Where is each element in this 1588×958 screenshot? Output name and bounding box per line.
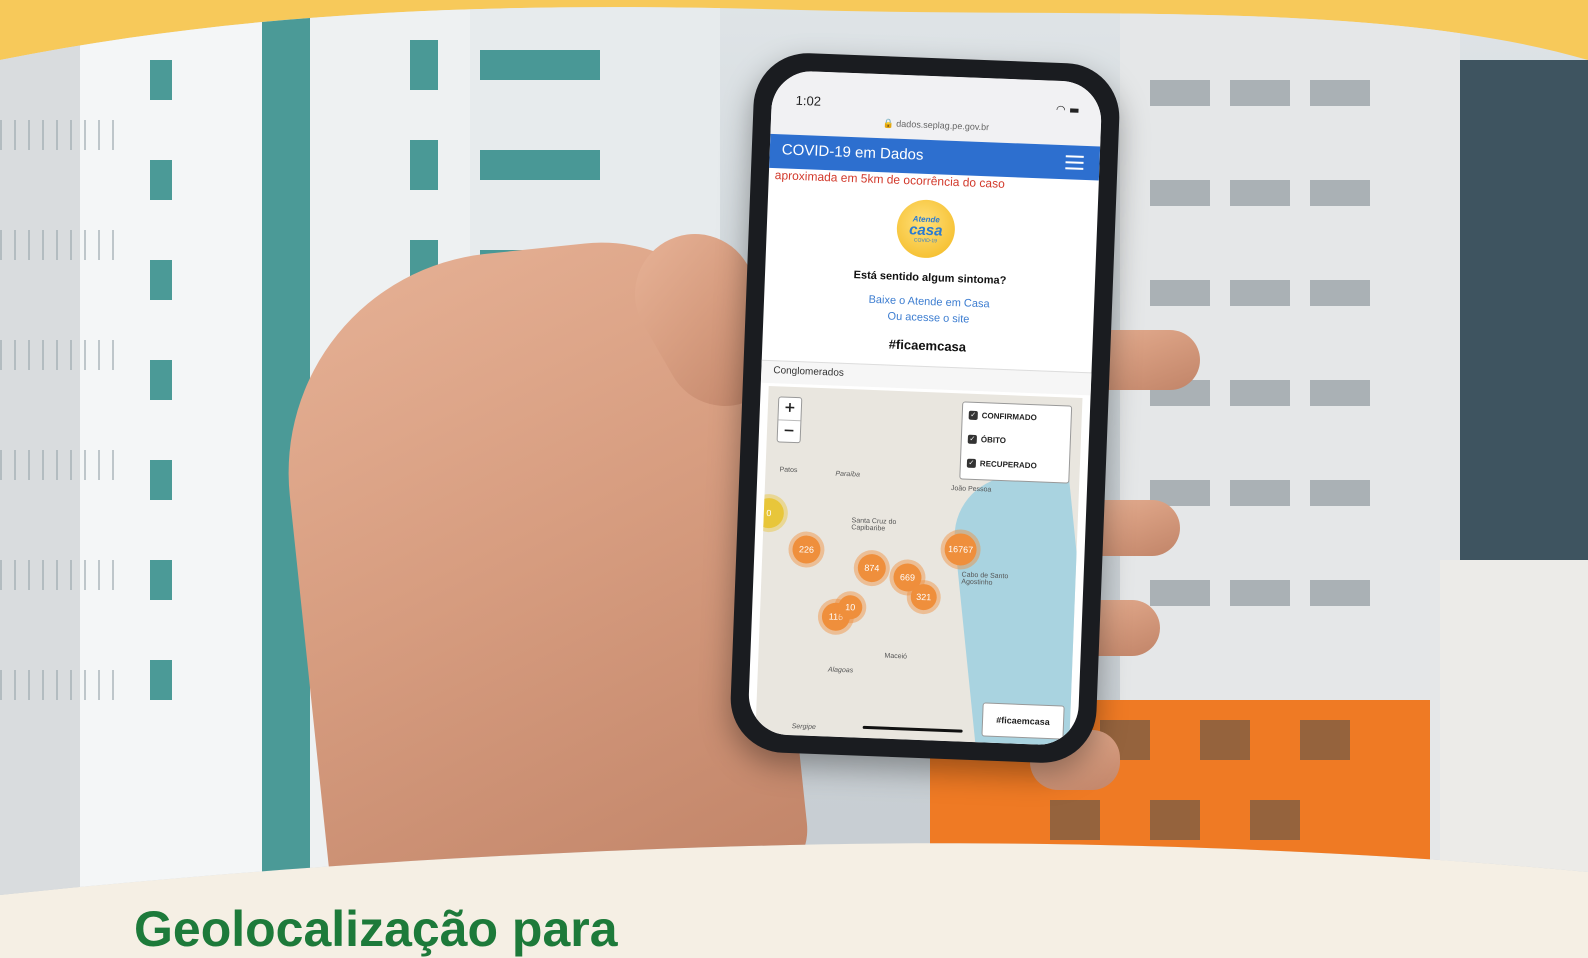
checkbox-checked-icon[interactable]: ✓: [967, 458, 976, 467]
balcony-rail: [0, 670, 120, 700]
window: [1300, 720, 1350, 760]
window: [150, 660, 172, 700]
balcony-rail: [0, 120, 120, 150]
logo-text-2: casa: [908, 220, 943, 240]
photo-background: 1:02 ◠ ▬ 🔒 dados.seplag.pe.gov.br COVID-…: [0, 0, 1588, 895]
map-place-label: Patos: [779, 466, 798, 475]
window: [1310, 380, 1370, 406]
map-cluster[interactable]: 226: [792, 535, 821, 564]
window: [1230, 280, 1290, 306]
window: [1310, 280, 1370, 306]
map-place-label: Alagoas: [827, 666, 854, 675]
window: [1150, 180, 1210, 206]
window: [1230, 580, 1290, 606]
window: [1150, 280, 1210, 306]
fica-em-casa-button[interactable]: #ficaemcasa: [981, 702, 1064, 739]
hashtag-heading: #ficaemcasa: [888, 336, 967, 355]
logo-text-3: COVID-19: [913, 236, 938, 244]
window-row: [480, 150, 600, 180]
lock-icon: 🔒: [882, 118, 894, 129]
window: [1150, 580, 1210, 606]
window: [1310, 180, 1370, 206]
window: [1050, 800, 1100, 840]
cluster-map[interactable]: + − ✓ CONFIRMADO ✓ ÓBITO ✓ RECUPERADO Patos…: [755, 386, 1082, 746]
window: [150, 360, 172, 400]
map-cluster[interactable]: 0: [755, 498, 784, 529]
map-place-label: Paraíba: [835, 470, 861, 479]
status-time: 1:02: [795, 92, 822, 109]
symptom-question: Está sentido algum sintoma?: [853, 269, 1007, 288]
window: [410, 40, 438, 90]
balcony-rail: [0, 230, 120, 260]
window: [1230, 80, 1290, 106]
window: [150, 60, 172, 100]
map-place-label: Cabo de Santo Agostinho: [961, 571, 1009, 587]
balcony-rail: [0, 450, 120, 480]
map-place-label: João Pessoa: [950, 485, 992, 494]
map-place-label: Santa Cruz do Capibaribe: [851, 517, 897, 533]
phone-screen: 1:02 ◠ ▬ 🔒 dados.seplag.pe.gov.br COVID-…: [747, 70, 1102, 746]
wifi-battery-icon: ◠ ▬: [1055, 102, 1080, 117]
app-title[interactable]: COVID-19 em Dados: [781, 141, 923, 163]
building-far-right: [1440, 560, 1588, 895]
window-row: [480, 50, 600, 80]
window: [1310, 580, 1370, 606]
address-bar[interactable]: 🔒 dados.seplag.pe.gov.br: [771, 114, 1101, 138]
atende-em-casa-logo[interactable]: Atende casa COVID-19: [896, 199, 956, 259]
map-cluster[interactable]: 321: [910, 584, 937, 611]
window: [150, 460, 172, 500]
window: [1230, 180, 1290, 206]
window: [410, 140, 438, 190]
window: [1310, 80, 1370, 106]
page: 1:02 ◠ ▬ 🔒 dados.seplag.pe.gov.br COVID-…: [0, 0, 1588, 958]
url-text: dados.seplag.pe.gov.br: [896, 118, 990, 133]
window: [1150, 800, 1200, 840]
zoom-in-button[interactable]: +: [778, 397, 801, 420]
balcony-rail: [0, 560, 120, 590]
legend-recovered[interactable]: ✓ RECUPERADO: [960, 450, 1069, 478]
map-cluster[interactable]: 874: [857, 554, 886, 583]
window: [1310, 480, 1370, 506]
window: [1150, 80, 1210, 106]
window: [1250, 800, 1300, 840]
window: [1230, 380, 1290, 406]
zoom-control: + −: [777, 396, 803, 443]
window: [1230, 480, 1290, 506]
clusters-card-title: Conglomerados: [773, 365, 845, 379]
window: [150, 160, 172, 200]
zoom-out-button[interactable]: −: [778, 419, 801, 443]
layer-legend: ✓ CONFIRMADO ✓ ÓBITO ✓ RECUPERADO: [959, 401, 1072, 483]
checkbox-checked-icon[interactable]: ✓: [968, 434, 977, 443]
dark-glass-tower: [1460, 60, 1588, 580]
map-place-label: Sergipe: [791, 723, 816, 732]
window: [1200, 720, 1250, 760]
window: [150, 260, 172, 300]
window: [150, 560, 172, 600]
section-heading: Geolocalização para: [134, 901, 618, 957]
smartphone: 1:02 ◠ ▬ 🔒 dados.seplag.pe.gov.br COVID-…: [729, 51, 1122, 765]
balcony-rail: [0, 340, 120, 370]
hamburger-menu-icon[interactable]: [1065, 155, 1084, 170]
map-cluster[interactable]: 10: [838, 595, 863, 620]
checkbox-checked-icon[interactable]: ✓: [969, 410, 978, 419]
map-place-label: Maceió: [884, 652, 908, 661]
